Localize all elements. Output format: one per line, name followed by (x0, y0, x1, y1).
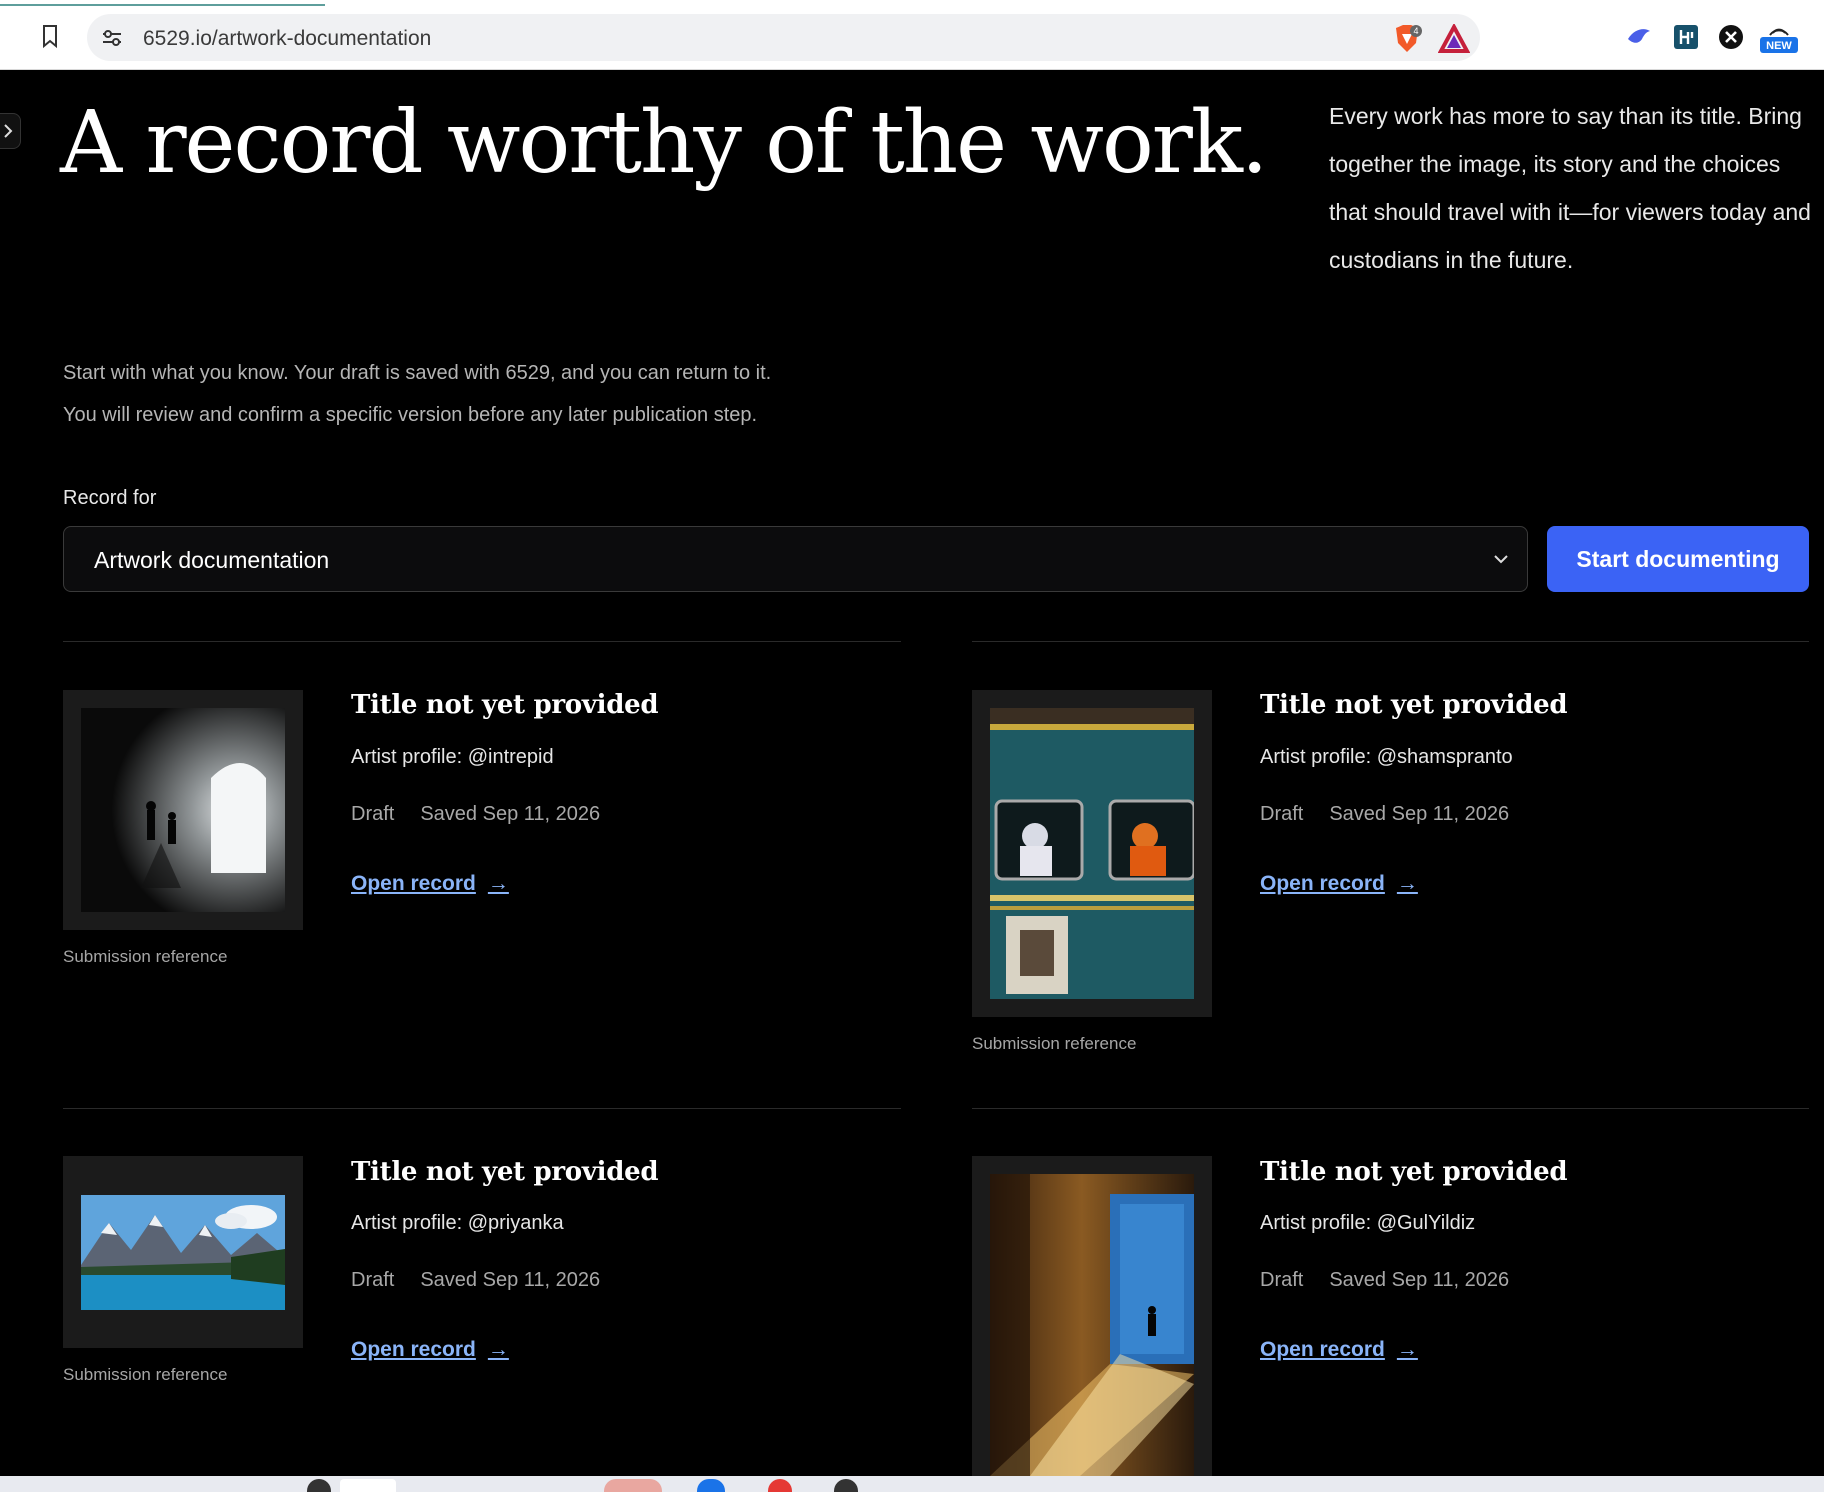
taskbar-app-icon[interactable] (604, 1479, 662, 1492)
artwork-thumbnail-tunnel[interactable] (81, 708, 285, 912)
open-record-link[interactable]: Open record → (351, 872, 509, 896)
chevron-right-icon (4, 124, 13, 138)
site-settings-icon[interactable] (101, 27, 123, 49)
extension-h-icon[interactable] (1672, 23, 1700, 51)
submission-reference-caption: Submission reference (63, 947, 228, 966)
open-record-link[interactable]: Open record → (1260, 872, 1418, 896)
artwork-thumbnail-frame[interactable] (972, 1156, 1212, 1476)
open-record-link[interactable]: Open record → (351, 1338, 509, 1362)
rewards-triangle-icon[interactable] (1437, 22, 1471, 54)
record-status: Draft (351, 1269, 395, 1291)
url-text[interactable]: 6529.io/artwork-documentation (143, 27, 431, 51)
record-status: Draft (1260, 1269, 1304, 1291)
record-type-select[interactable]: Artwork documentation (63, 526, 1528, 592)
bookmark-icon[interactable] (36, 22, 64, 50)
record-status-row: Draft Saved Sep 11, 2026 (351, 1269, 626, 1292)
record-title: Title not yet provided (1260, 1157, 1568, 1187)
extension-bird-icon[interactable] (1625, 23, 1653, 51)
record-artist: Artist profile: @GulYildiz (1260, 1212, 1476, 1234)
record-title: Title not yet provided (351, 1157, 659, 1187)
shield-count-badge: 4 (1413, 26, 1418, 36)
row-divider (63, 641, 901, 642)
record-artist: Artist profile: @priyanka (351, 1212, 564, 1234)
intro-text-line-1: Start with what you know. Your draft is … (63, 362, 772, 384)
chevron-down-icon (1494, 555, 1508, 564)
artwork-thumbnail-mountain-lake[interactable] (81, 1195, 285, 1310)
record-type-selected-value: Artwork documentation (94, 547, 330, 573)
new-badge: NEW (1766, 40, 1792, 52)
open-record-label: Open record (1260, 872, 1385, 895)
record-status-row: Draft Saved Sep 11, 2026 (1260, 1269, 1535, 1292)
page-loading-bar (0, 4, 325, 6)
record-saved-date: Saved Sep 11, 2026 (420, 803, 601, 825)
artwork-thumbnail-light-hall[interactable] (990, 1174, 1194, 1476)
taskbar-app-icon[interactable] (697, 1479, 725, 1492)
artwork-thumbnail-frame[interactable] (972, 690, 1212, 1017)
record-saved-date: Saved Sep 11, 2026 (1329, 803, 1510, 825)
submission-reference-caption: Submission reference (972, 1034, 1137, 1053)
arrow-right-icon: → (1396, 872, 1418, 895)
record-saved-date: Saved Sep 11, 2026 (420, 1269, 601, 1291)
row-divider (972, 1108, 1809, 1109)
taskbar-app-icon[interactable] (768, 1479, 792, 1492)
sidebar-toggle-button[interactable] (0, 113, 21, 149)
extension-new-icon[interactable]: NEW (1759, 23, 1799, 53)
record-status-row: Draft Saved Sep 11, 2026 (1260, 803, 1535, 826)
arrow-right-icon: → (487, 1338, 509, 1361)
record-title: Title not yet provided (1260, 690, 1568, 720)
artwork-thumbnail-train[interactable] (990, 708, 1194, 999)
os-taskbar (0, 1476, 1824, 1492)
artwork-thumbnail-frame[interactable] (63, 690, 303, 930)
intro-text-line-2: You will review and confirm a specific v… (63, 404, 758, 426)
hero-description: Every work has more to say than its titl… (1329, 103, 1811, 273)
open-record-link[interactable]: Open record → (1260, 1338, 1418, 1362)
open-record-label: Open record (351, 1338, 476, 1361)
row-divider (63, 1108, 901, 1109)
open-record-label: Open record (351, 872, 476, 895)
record-artist: Artist profile: @intrepid (351, 746, 554, 768)
record-status-row: Draft Saved Sep 11, 2026 (351, 803, 626, 826)
taskbar-app-icon[interactable] (340, 1479, 396, 1492)
record-status: Draft (1260, 803, 1304, 825)
brave-shield-icon[interactable]: 4 (1392, 24, 1424, 54)
browser-toolbar: 6529.io/artwork-documentation 4 NEW (0, 0, 1824, 70)
page-title: A record worthy of the work. (60, 93, 1268, 193)
arrow-right-icon: → (1396, 1338, 1418, 1361)
record-status: Draft (351, 803, 395, 825)
address-bar[interactable]: 6529.io/artwork-documentation 4 (87, 14, 1480, 61)
arrow-right-icon: → (487, 872, 509, 895)
row-divider (972, 641, 1809, 642)
start-documenting-button[interactable]: Start documenting (1547, 526, 1809, 592)
artwork-thumbnail-frame[interactable] (63, 1156, 303, 1348)
record-for-label: Record for (63, 487, 157, 509)
record-saved-date: Saved Sep 11, 2026 (1329, 1269, 1510, 1291)
extension-x-icon[interactable] (1717, 23, 1745, 51)
taskbar-app-icon[interactable] (307, 1479, 331, 1492)
record-artist: Artist profile: @shamspranto (1260, 746, 1513, 768)
taskbar-app-icon[interactable] (834, 1479, 858, 1492)
submission-reference-caption: Submission reference (63, 1365, 228, 1384)
record-title: Title not yet provided (351, 690, 659, 720)
open-record-label: Open record (1260, 1338, 1385, 1361)
